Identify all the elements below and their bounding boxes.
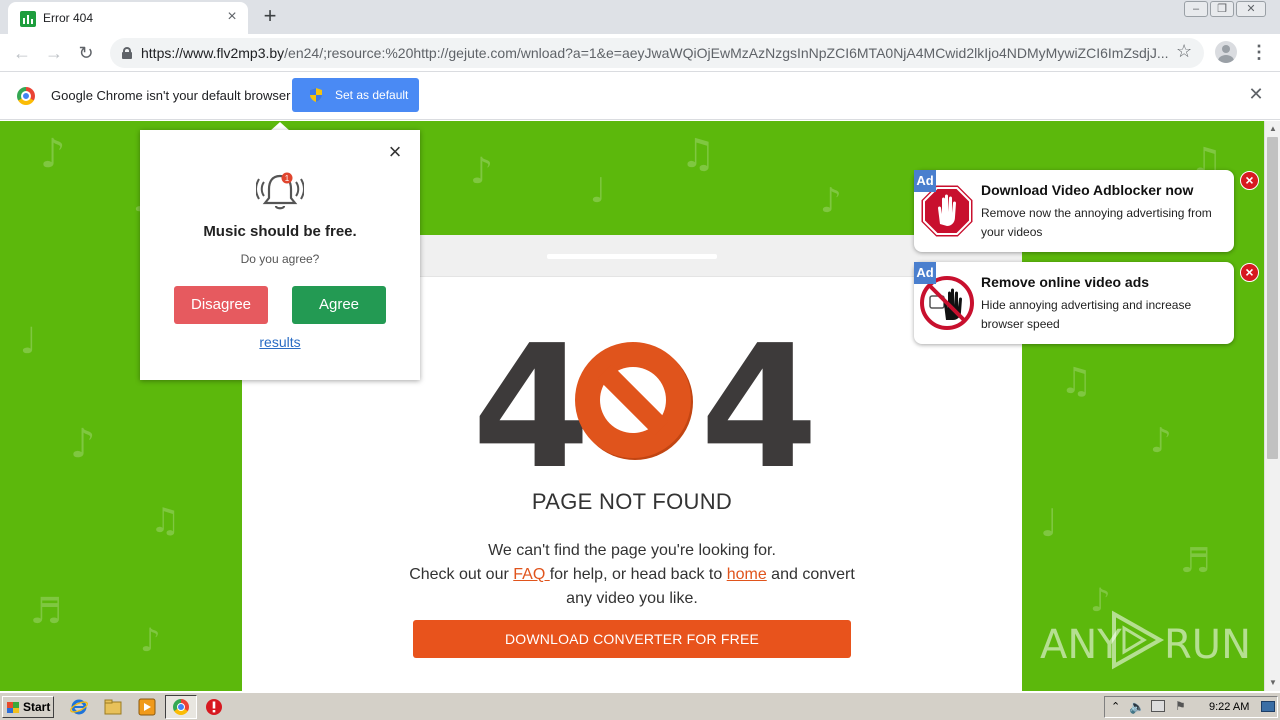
no-ads-icon [920, 276, 974, 330]
shield-icon [310, 88, 322, 102]
taskbar-clock[interactable]: 9:22 AM [1209, 701, 1249, 713]
default-browser-infobar: Google Chrome isn't your default browser… [0, 72, 1280, 120]
popup-title: Music should be free. [203, 223, 357, 240]
tab-strip: Error 404 × + – ❐ ✕ [0, 0, 1280, 34]
infobar-message: Google Chrome isn't your default browser [51, 88, 291, 103]
popup-subtitle: Do you agree? [240, 252, 320, 266]
scroll-down-arrow-icon[interactable]: ▼ [1265, 675, 1280, 691]
site-favicon-icon [20, 11, 36, 27]
close-window-button[interactable]: ✕ [1236, 1, 1266, 17]
disagree-button[interactable]: Disagree [174, 286, 268, 324]
music-note-icon: ♪ [1150, 421, 1172, 461]
agree-button[interactable]: Agree [292, 286, 386, 324]
ad-description: Remove now the annoying advertising from… [981, 206, 1212, 239]
scroll-up-arrow-icon[interactable]: ▲ [1265, 121, 1280, 137]
prohibited-sign-icon [575, 342, 693, 460]
infobar-close-icon[interactable]: ✕ [1248, 85, 1264, 103]
ad-card-adblocker[interactable]: Ad Download Video Adblocker now Remove n… [914, 170, 1234, 252]
ad-badge: Ad [914, 262, 936, 284]
faq-link[interactable]: FAQ [513, 566, 549, 583]
tab-title: Error 404 [43, 11, 94, 25]
music-note-icon: ♩ [20, 321, 37, 362]
scroll-thumb[interactable] [1267, 137, 1278, 459]
music-note-icon: ♩ [1040, 501, 1058, 545]
download-converter-button[interactable]: DOWNLOAD CONVERTER FOR FREE [413, 620, 851, 658]
show-desktop-icon[interactable] [1261, 701, 1275, 712]
set-as-default-button[interactable]: Set as default [292, 78, 419, 112]
reload-icon[interactable]: ↻ [74, 41, 98, 65]
panel-header-bar [547, 254, 717, 259]
error-message: We can't find the page you're looking fo… [242, 539, 1022, 611]
windows-taskbar: Start ⌃ 🔈 ⚑ 9:22 AM [0, 692, 1280, 720]
media-player-icon[interactable] [138, 698, 156, 716]
error-message-line3: any video you like. [566, 590, 698, 607]
browser-tab[interactable]: Error 404 × [8, 2, 248, 34]
windows-logo-icon [7, 702, 19, 713]
chrome-taskbar-button[interactable] [165, 695, 197, 719]
warning-stop-icon[interactable] [205, 698, 223, 716]
ad-description: Hide annoying advertising and increase b… [981, 298, 1192, 331]
volume-icon[interactable]: 🔈 [1129, 699, 1145, 715]
back-arrow-icon[interactable]: ← [10, 41, 34, 65]
chrome-logo-icon [173, 699, 189, 715]
ad-card-remove-ads[interactable]: Ad Remove online video ads Hide annoying… [914, 262, 1234, 344]
bell-badge-count: 1 [285, 174, 290, 183]
vertical-scrollbar[interactable]: ▲ ▼ [1264, 121, 1280, 691]
music-note-icon: ♪ [40, 131, 66, 177]
system-tray: ⌃ 🔈 ⚑ 9:22 AM [1104, 696, 1278, 718]
action-center-flag-icon[interactable]: ⚑ [1175, 699, 1186, 713]
chrome-logo-icon [17, 87, 35, 105]
music-note-icon: ♪ [470, 151, 493, 192]
forward-arrow-icon[interactable]: → [42, 41, 66, 65]
music-note-icon: ♫ [1060, 361, 1093, 402]
set-as-default-label: Set as default [335, 88, 409, 102]
music-note-icon: ♫ [150, 501, 181, 541]
start-label: Start [23, 700, 51, 714]
ad-title: Download Video Adblocker now [981, 182, 1194, 198]
music-note-icon: ♩ [590, 171, 607, 211]
start-button[interactable]: Start [2, 696, 54, 718]
error-digit-right: 4 [700, 309, 819, 507]
music-note-icon: ♪ [70, 421, 96, 467]
music-note-icon: ♪ [820, 181, 842, 221]
play-triangle-icon [1112, 610, 1165, 670]
error-message-line1: We can't find the page you're looking fo… [488, 542, 776, 559]
ad-badge: Ad [914, 170, 936, 192]
popup-close-icon[interactable]: × [386, 141, 404, 163]
page-not-found-heading: PAGE NOT FOUND [531, 489, 733, 514]
music-note-icon: ♫ [680, 131, 716, 177]
tab-close-icon[interactable]: × [224, 9, 240, 25]
file-explorer-icon[interactable] [104, 698, 122, 716]
music-note-icon: ♪ [140, 621, 161, 659]
music-note-icon: ♬ [30, 591, 63, 632]
ad-close-icon[interactable]: × [1240, 263, 1259, 282]
chrome-menu-icon[interactable]: ⋮ [1250, 42, 1268, 62]
music-popup: × 1 Music should be free. Do you agree? … [140, 130, 420, 380]
tray-expand-icon[interactable]: ⌃ [1111, 700, 1120, 713]
results-link[interactable]: results [140, 334, 420, 350]
error-message-line2: Check out our FAQ for help, or head back… [409, 566, 855, 583]
lock-icon[interactable] [122, 47, 132, 59]
profile-avatar-icon[interactable] [1215, 41, 1237, 63]
maximize-button[interactable]: ❐ [1210, 1, 1234, 17]
url-text[interactable]: https://www.flv2mp3.by/en24/;resource:%2… [141, 45, 1171, 61]
new-tab-button[interactable]: + [258, 5, 282, 29]
home-link[interactable]: home [727, 566, 767, 583]
ad-title: Remove online video ads [981, 274, 1150, 290]
music-note-icon: ♬ [1180, 541, 1211, 581]
notification-bell-icon: 1 [256, 172, 304, 210]
watermark-right-text: RUN [1164, 622, 1251, 668]
ad-close-icon[interactable]: × [1240, 171, 1259, 190]
network-icon[interactable] [1151, 700, 1165, 712]
bookmark-star-icon[interactable]: ☆ [1176, 41, 1192, 62]
stop-hand-icon [920, 184, 974, 238]
address-bar[interactable]: https://www.flv2mp3.by/en24/;resource:%2… [110, 38, 1204, 68]
browser-toolbar: ← → ↻ https://www.flv2mp3.by/en24/;resou… [0, 34, 1280, 72]
minimize-button[interactable]: – [1184, 1, 1208, 17]
internet-explorer-icon[interactable] [70, 698, 88, 716]
